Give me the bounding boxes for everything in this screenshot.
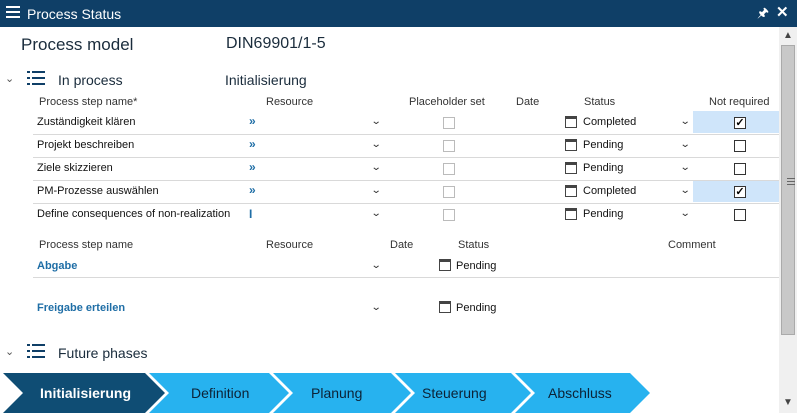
step-name: Ziele skizzieren [37,162,113,174]
hamburger-icon[interactable] [6,6,20,20]
list-icon [27,71,45,85]
resource-dropdown[interactable]: ⌄ [371,302,382,313]
phase-bar: Initialisierung Definition Planung Steue… [0,373,779,413]
gate-col-comment: Comment [668,239,716,251]
resource-dropdown[interactable]: ⌄ [371,162,382,173]
gate-status-value: Pending [456,260,497,272]
row-divider [33,180,779,181]
calendar-icon[interactable] [439,301,451,313]
phase-abschluss[interactable]: Abschluss [548,385,612,401]
status-dropdown[interactable]: ⌄ [680,185,691,196]
col-status: Status [584,96,616,108]
step-link[interactable]: I [249,207,252,221]
collapse-future-phases-icon[interactable]: ⌄ [5,345,14,358]
step-name: Projekt beschreiben [37,139,135,151]
pin-icon[interactable]: 🖈 [757,4,769,26]
row-divider [33,134,779,135]
not-required-checkbox[interactable] [734,209,746,221]
title-bar: Process Status 🖈 ✕ [0,0,797,27]
step-link[interactable]: » [249,114,256,128]
step-name: Define consequences of non-realization [37,208,231,220]
col-placeholder: Placeholder set [409,96,485,108]
status-dropdown[interactable]: ⌄ [680,162,691,173]
vertical-scrollbar[interactable]: ▲ ▼ [779,27,797,413]
status-value: Pending [583,208,624,220]
gate-step-link[interactable]: Freigabe erteilen [37,302,125,314]
calendar-icon[interactable] [565,139,577,151]
gate-step-link[interactable]: Abgabe [37,260,77,272]
resource-dropdown[interactable]: ⌄ [371,208,382,219]
row-divider [33,203,779,204]
step-link[interactable]: » [249,183,256,197]
step-name: Zuständigkeit klären [37,116,136,128]
calendar-icon[interactable] [565,185,577,197]
not-required-checkbox[interactable] [734,163,746,175]
process-model-label: Process model [21,35,134,54]
resource-dropdown[interactable]: ⌄ [371,185,382,196]
current-phase-label: Initialisierung [225,72,307,88]
close-icon[interactable]: ✕ [776,3,789,21]
status-value: Completed [583,185,637,197]
col-resource: Resource [266,96,314,108]
placeholder-checkbox[interactable] [443,140,455,152]
gate-col-resource: Resource [266,239,314,251]
not-required-checkbox[interactable] [734,140,746,152]
gate-col-date: Date [390,239,414,251]
phase-initialisierung[interactable]: Initialisierung [40,385,131,401]
step-name: PM-Prozesse auswählen [37,185,159,197]
list-icon [27,344,45,358]
phase-definition[interactable]: Definition [191,385,249,401]
status-dropdown[interactable]: ⌄ [680,139,691,150]
row-divider [33,157,779,158]
gate-col-step-name: Process step name [39,239,134,251]
status-dropdown[interactable]: ⌄ [680,116,691,127]
process-status-panel: Process model DIN69901/1-5 ⌄ In process … [0,27,779,413]
resource-dropdown[interactable]: ⌄ [371,260,382,271]
placeholder-checkbox[interactable] [443,209,455,221]
placeholder-checkbox[interactable] [443,163,455,175]
gate-col-status: Status [458,239,490,251]
in-process-label: In process [58,72,123,88]
calendar-icon[interactable] [565,208,577,220]
scroll-up-icon[interactable]: ▲ [783,30,793,41]
process-model-value: DIN69901/1-5 [226,35,326,52]
placeholder-checkbox[interactable] [443,186,455,198]
not-required-checkbox[interactable]: ✓ [734,117,746,129]
calendar-icon[interactable] [565,116,577,128]
col-date: Date [516,96,540,108]
status-value: Completed [583,116,637,128]
resource-dropdown[interactable]: ⌄ [371,139,382,150]
status-value: Pending [583,162,624,174]
scroll-thumb[interactable] [781,45,795,335]
col-step-name: Process step name* [39,96,138,108]
step-link[interactable]: » [249,160,256,174]
status-value: Pending [583,139,624,151]
gate-status-value: Pending [456,302,497,314]
calendar-icon[interactable] [439,259,451,271]
row-divider [33,277,779,278]
window-title: Process Status [27,6,122,22]
phase-planung[interactable]: Planung [311,385,362,401]
future-phases-label: Future phases [58,345,148,361]
not-required-checkbox[interactable]: ✓ [734,186,746,198]
placeholder-checkbox[interactable] [443,117,455,129]
calendar-icon[interactable] [565,162,577,174]
scroll-down-icon[interactable]: ▼ [783,397,793,408]
col-not-required: Not required [709,96,770,108]
phase-steuerung[interactable]: Steuerung [422,385,487,401]
status-dropdown[interactable]: ⌄ [680,208,691,219]
resource-dropdown[interactable]: ⌄ [371,116,382,127]
step-link[interactable]: » [249,137,256,151]
collapse-in-process-icon[interactable]: ⌄ [5,72,14,85]
